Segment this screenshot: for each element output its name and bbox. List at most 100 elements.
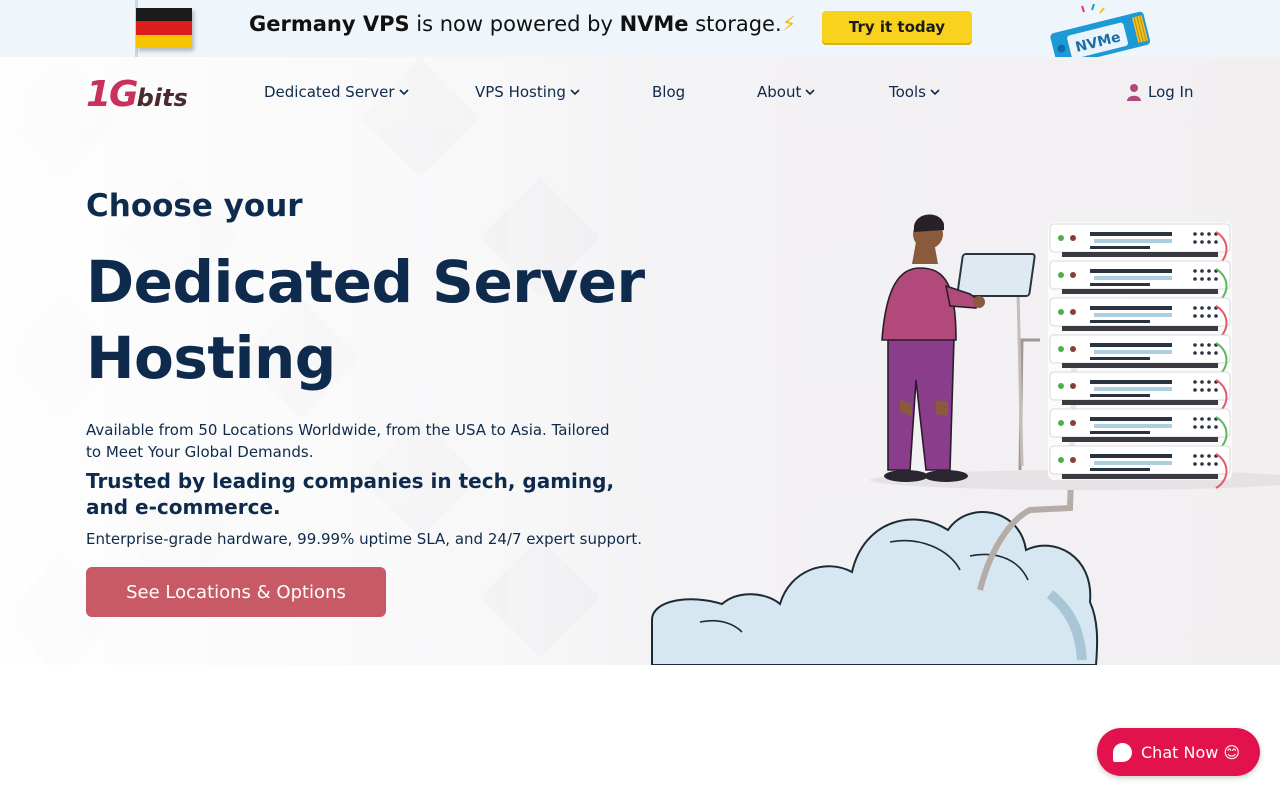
server-unit-base [1062, 326, 1218, 331]
nav-tools-label: Tools [889, 83, 926, 101]
server-vent [1207, 314, 1211, 318]
nav-vps-hosting[interactable]: VPS Hosting [475, 83, 580, 101]
nav-dedicated-server-label: Dedicated Server [264, 83, 395, 101]
nav-blog[interactable]: Blog [652, 83, 685, 101]
promo-banner: Germany VPS is now powered by NVMe stora… [0, 0, 1280, 57]
server-led [1058, 383, 1064, 389]
server-slot [1090, 320, 1150, 323]
nav-vps-hosting-label: VPS Hosting [475, 83, 566, 101]
server-vent [1214, 388, 1218, 392]
user-icon [1127, 84, 1141, 101]
server-led [1070, 235, 1076, 241]
server-slot [1090, 357, 1150, 360]
server-led [1058, 235, 1064, 241]
hero-subtitle-trusted: Trusted by leading companies in tech, ga… [86, 469, 615, 519]
server-vent [1200, 314, 1204, 318]
see-locations-button[interactable]: See Locations & Options [86, 567, 386, 617]
nav-blog-label: Blog [652, 83, 686, 101]
nav-about[interactable]: About [757, 83, 815, 101]
server-vent [1193, 269, 1197, 273]
server-led [1058, 309, 1064, 315]
server-vent [1193, 240, 1197, 244]
server-led [1058, 457, 1064, 463]
server-slot [1090, 468, 1150, 471]
hero-title: Dedicated Server Hosting [86, 248, 645, 392]
server-led [1058, 346, 1064, 352]
server-slot [1090, 394, 1150, 397]
server-vent [1214, 314, 1218, 318]
server-slot [1090, 454, 1172, 458]
server-vent [1193, 351, 1197, 355]
server-vent [1207, 277, 1211, 281]
server-vent [1207, 380, 1211, 384]
server-unit-base [1062, 400, 1218, 405]
server-slot [1090, 283, 1150, 286]
server-unit-base [1062, 252, 1218, 257]
server-vent [1200, 425, 1204, 429]
server-unit-base [1062, 289, 1218, 294]
server-vent [1193, 232, 1197, 236]
nvme-chip-icon: NVMe [1050, 4, 1151, 57]
server-led [1070, 309, 1076, 315]
server-slot [1090, 380, 1172, 384]
server-vent [1200, 380, 1204, 384]
server-vent [1214, 425, 1218, 429]
server-slot [1094, 387, 1172, 391]
1gbits-logo[interactable]: 1Gbits [86, 74, 188, 115]
hero-kicker: Choose your [86, 188, 303, 224]
server-vent [1200, 454, 1204, 458]
server-slot [1094, 350, 1172, 354]
server-units [1049, 223, 1231, 489]
try-it-today-button[interactable]: Try it today [822, 11, 972, 43]
chat-now-label: Chat Now 😊 [1141, 742, 1241, 762]
server-vent [1193, 314, 1197, 318]
server-vent [1193, 425, 1197, 429]
server-slot [1090, 431, 1150, 434]
server-vent [1200, 277, 1204, 281]
server-vent [1207, 232, 1211, 236]
server-vent [1207, 388, 1211, 392]
server-vent [1200, 462, 1204, 466]
server-unit-base [1062, 363, 1218, 368]
server-vent [1200, 351, 1204, 355]
server-vent [1193, 454, 1197, 458]
server-unit-base [1062, 474, 1218, 479]
chevron-down-icon [805, 89, 815, 96]
server-illustration [651, 214, 1280, 665]
server-slot [1094, 461, 1172, 465]
server-vent [1207, 454, 1211, 458]
nav-dedicated-server[interactable]: Dedicated Server [264, 83, 409, 101]
server-vent [1207, 240, 1211, 244]
server-slot [1090, 246, 1150, 249]
server-vent [1207, 343, 1211, 347]
server-vent [1214, 240, 1218, 244]
login-link[interactable]: Log In [1127, 83, 1194, 101]
server-vent [1214, 462, 1218, 466]
server-vent [1207, 306, 1211, 310]
server-slot [1090, 269, 1172, 273]
server-unit-base [1062, 437, 1218, 442]
server-vent [1193, 306, 1197, 310]
nav-tools[interactable]: Tools [889, 83, 940, 101]
hero-subtitle-features: Enterprise-grade hardware, 99.99% uptime… [86, 530, 643, 548]
server-vent [1193, 417, 1197, 421]
server-vent [1214, 277, 1218, 281]
lightning-icon: ⚡ [781, 12, 797, 36]
nav-about-label: About [757, 83, 802, 101]
chevron-down-icon [398, 89, 409, 96]
server-vent [1200, 240, 1204, 244]
server-slot [1094, 313, 1172, 317]
chat-now-button[interactable]: Chat Now 😊 [1097, 728, 1260, 776]
server-slot [1094, 424, 1172, 428]
server-vent [1193, 343, 1197, 347]
server-led [1058, 272, 1064, 278]
server-vent [1200, 232, 1204, 236]
chat-bubble-icon [1113, 742, 1132, 762]
server-vent [1214, 351, 1218, 355]
server-led [1070, 457, 1076, 463]
server-vent [1207, 351, 1211, 355]
server-vent [1193, 462, 1197, 466]
server-vent [1200, 306, 1204, 310]
server-vent [1193, 380, 1197, 384]
chevron-down-icon [930, 89, 940, 96]
